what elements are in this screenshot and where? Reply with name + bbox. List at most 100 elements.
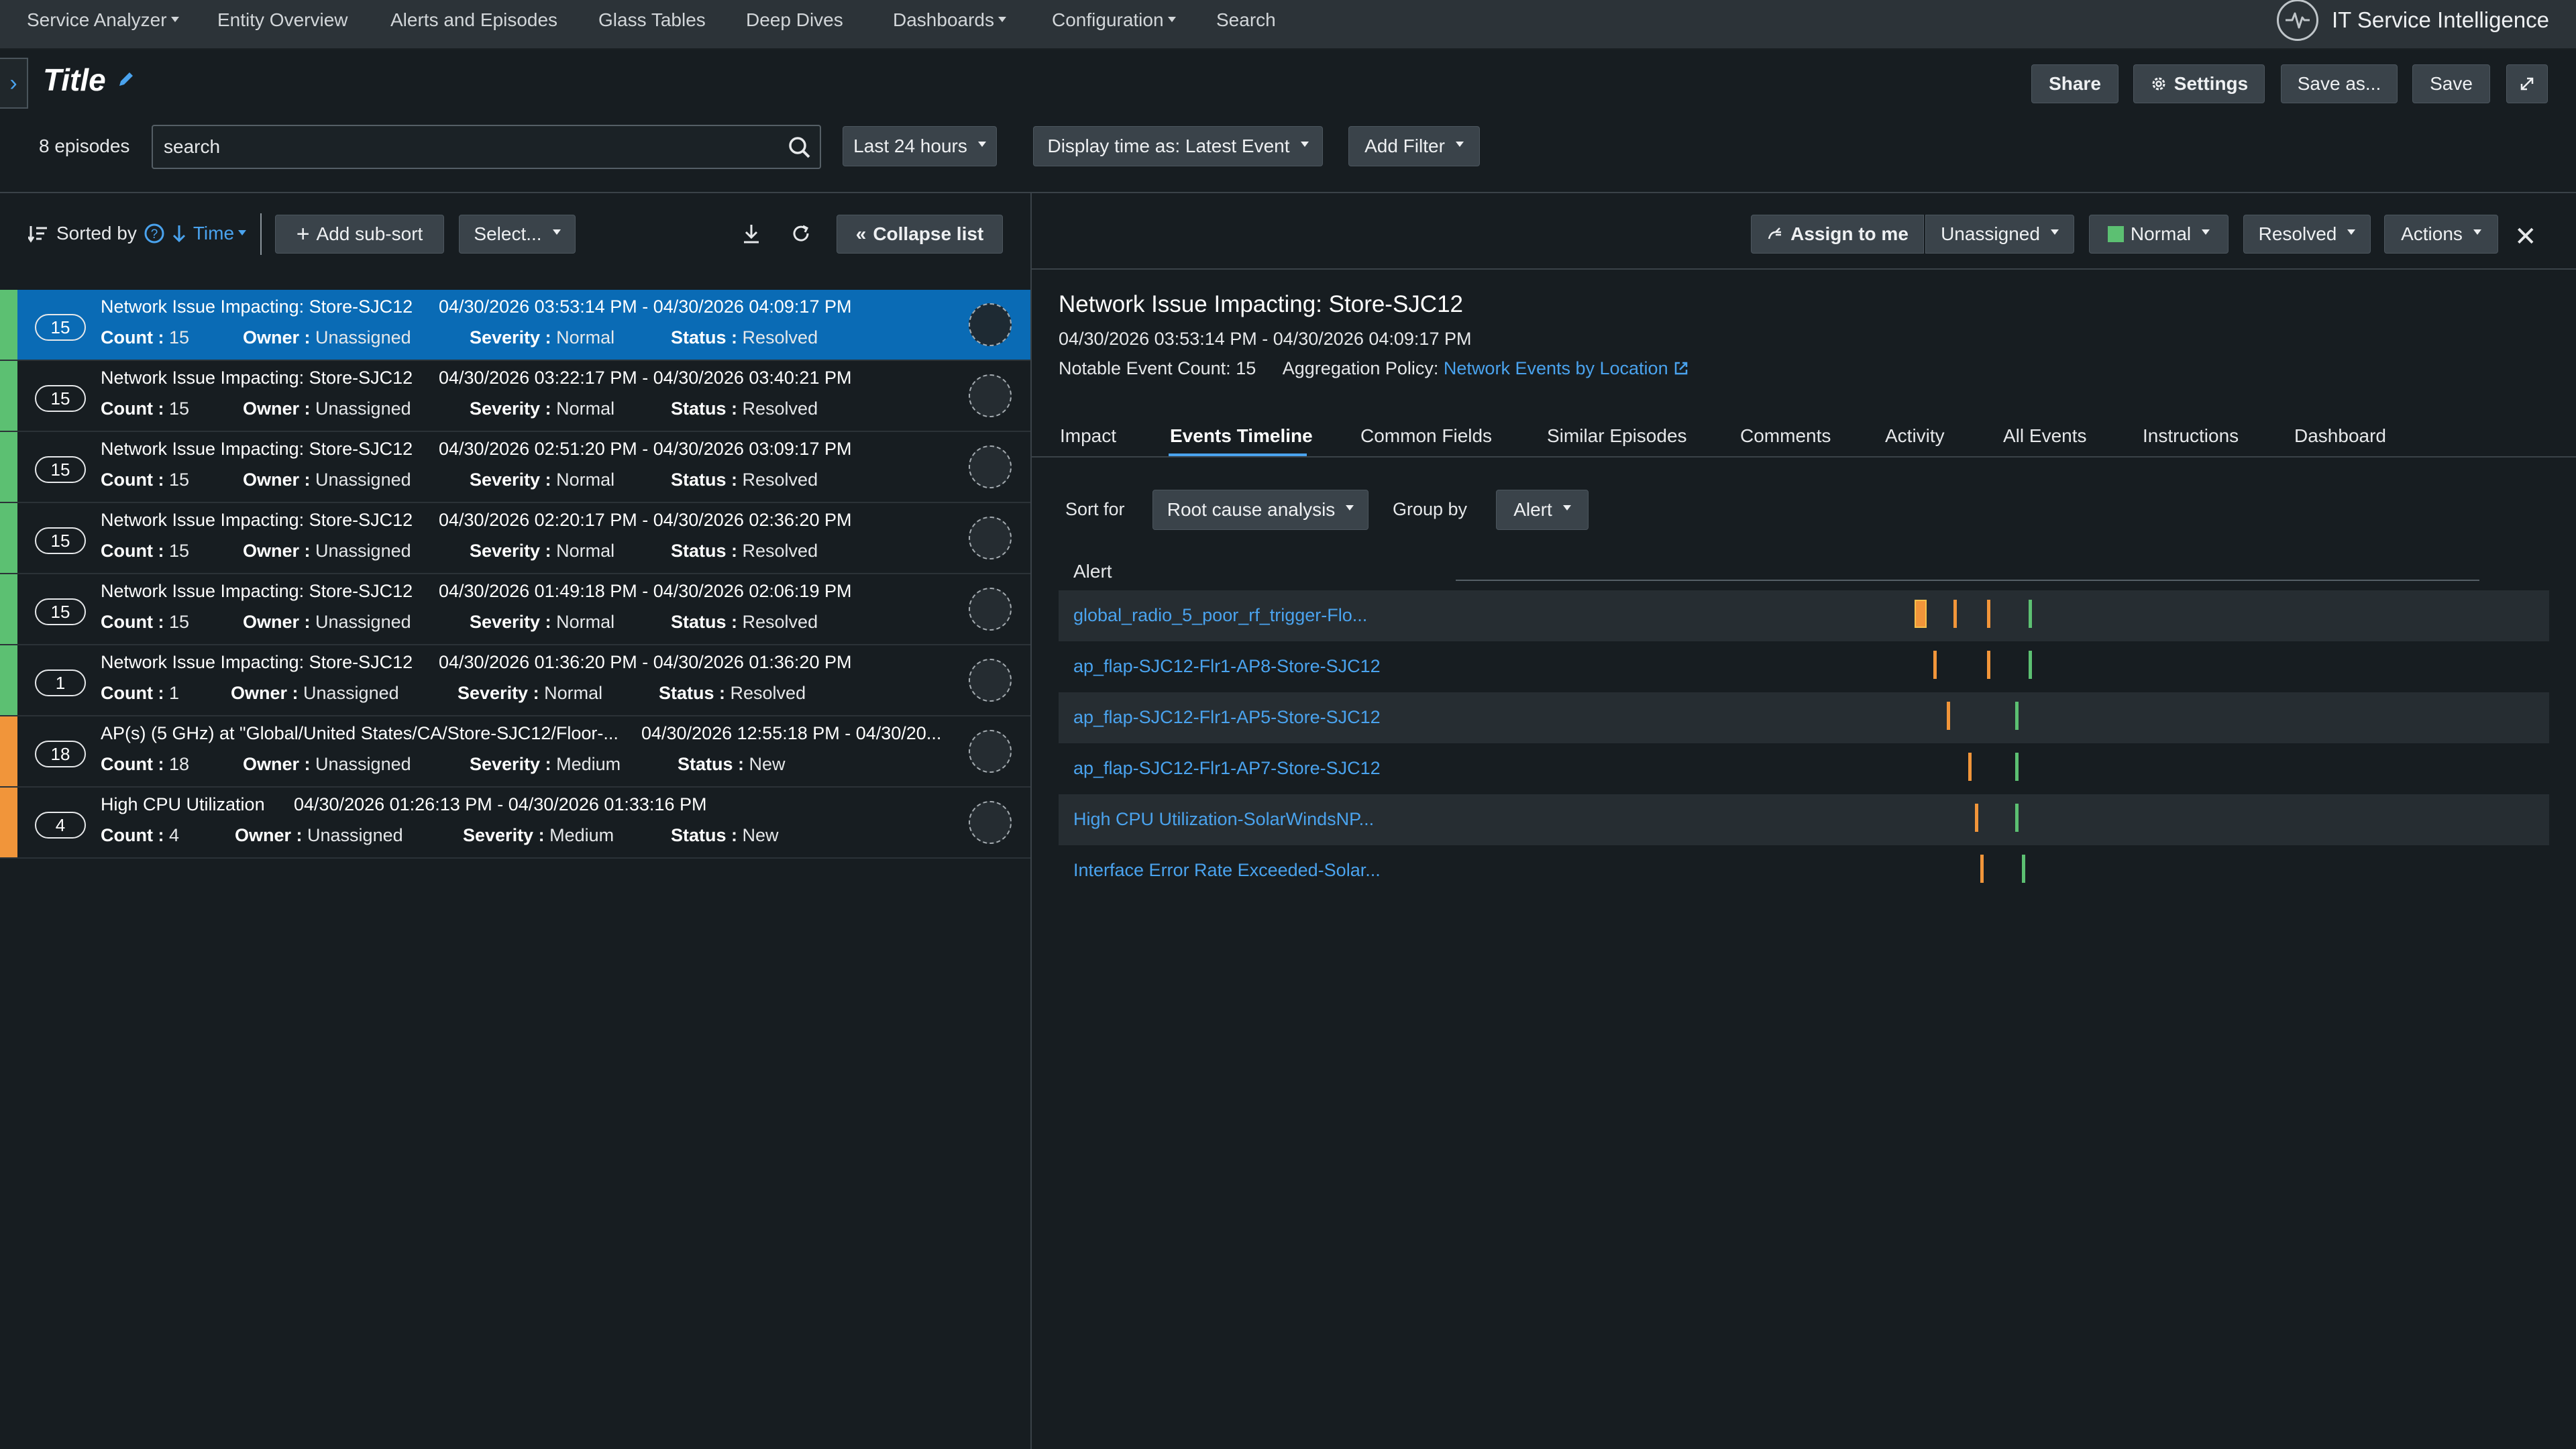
arrow-down-icon[interactable] xyxy=(172,223,186,244)
refresh-icon[interactable] xyxy=(788,220,814,247)
fullscreen-button[interactable] xyxy=(2506,64,2548,103)
pane-divider[interactable] xyxy=(1030,192,1032,1449)
episode-row[interactable]: 4 High CPU Utilization 04/30/2026 01:26:… xyxy=(0,788,1030,859)
close-icon[interactable]: ✕ xyxy=(2514,221,2537,252)
episode-owner: Owner : Unassigned xyxy=(235,825,403,845)
timeline-row: ap_flap-SJC12-Flr1-AP8-Store-SJC12 xyxy=(1059,641,2549,692)
tab-common-fields[interactable]: Common Fields xyxy=(1360,425,1492,447)
edit-pencil-icon[interactable] xyxy=(117,70,136,93)
episode-owner: Owner : Unassigned xyxy=(243,612,411,632)
nav-configuration[interactable]: Configuration xyxy=(1052,9,1176,31)
display-time-dropdown[interactable]: Display time as: Latest Event xyxy=(1033,126,1323,166)
severity-stripe xyxy=(0,361,17,431)
collapse-list-button[interactable]: «Collapse list xyxy=(837,215,1003,254)
event-marker[interactable] xyxy=(2029,600,2032,628)
severity-stripe xyxy=(0,432,17,502)
assign-to-me-button[interactable]: Assign to me xyxy=(1751,215,1924,254)
sort-field-dropdown[interactable]: Time xyxy=(193,223,247,244)
save-as-button[interactable]: Save as... xyxy=(2281,64,2398,103)
nav-deep-dives[interactable]: Deep Dives xyxy=(746,9,843,31)
nav-service-analyzer[interactable]: Service Analyzer xyxy=(27,9,179,31)
tab-impact[interactable]: Impact xyxy=(1060,425,1116,447)
chevron-right-icon: › xyxy=(9,70,17,96)
episode-row[interactable]: 15 Network Issue Impacting: Store-SJC12 … xyxy=(0,361,1030,432)
aggregation-policy-link[interactable]: Network Events by Location xyxy=(1444,358,1689,378)
episode-row[interactable]: 15 Network Issue Impacting: Store-SJC12 … xyxy=(0,503,1030,574)
severity-dropdown[interactable]: Normal xyxy=(2089,215,2229,254)
alert-link[interactable]: ap_flap-SJC12-Flr1-AP7-Store-SJC12 xyxy=(1073,758,1381,779)
episode-row[interactable]: 15 Network Issue Impacting: Store-SJC12 … xyxy=(0,290,1030,361)
nav-alerts-and-episodes[interactable]: Alerts and Episodes xyxy=(390,9,557,31)
settings-button[interactable]: Settings xyxy=(2133,64,2265,103)
episode-list: 15 Network Issue Impacting: Store-SJC12 … xyxy=(0,290,1030,859)
event-marker[interactable] xyxy=(1975,804,1978,832)
alert-link[interactable]: ap_flap-SJC12-Flr1-AP8-Store-SJC12 xyxy=(1073,656,1381,677)
actions-dropdown[interactable]: Actions xyxy=(2384,215,2498,254)
event-count-badge: 15 xyxy=(35,314,86,341)
event-marker[interactable] xyxy=(2015,702,2019,730)
event-count-badge: 15 xyxy=(35,456,86,483)
event-marker[interactable] xyxy=(1968,753,1972,781)
episode-time: 04/30/2026 02:51:20 PM - 04/30/2026 03:0… xyxy=(439,439,852,459)
nav-glass-tables[interactable]: Glass Tables xyxy=(598,9,706,31)
episode-time: 04/30/2026 01:36:20 PM - 04/30/2026 01:3… xyxy=(439,652,852,672)
tab-all-events[interactable]: All Events xyxy=(2003,425,2087,447)
tab-similar-episodes[interactable]: Similar Episodes xyxy=(1547,425,1687,447)
nav-search[interactable]: Search xyxy=(1216,9,1276,31)
search-icon[interactable] xyxy=(786,134,813,161)
help-icon[interactable]: ? xyxy=(144,223,165,244)
plus-icon: + xyxy=(296,221,310,247)
tab-activity[interactable]: Activity xyxy=(1885,425,1945,447)
avatar xyxy=(969,517,1012,559)
nav-dashboards[interactable]: Dashboards xyxy=(893,9,1006,31)
event-marker[interactable] xyxy=(1987,651,1990,679)
event-marker[interactable] xyxy=(1947,702,1950,730)
tab-instructions[interactable]: Instructions xyxy=(2143,425,2239,447)
owner-dropdown[interactable]: Unassigned xyxy=(1925,215,2074,254)
tab-dashboard[interactable]: Dashboard xyxy=(2294,425,2386,447)
tab-comments[interactable]: Comments xyxy=(1740,425,1831,447)
event-count-badge: 4 xyxy=(35,812,86,839)
search-input[interactable] xyxy=(164,126,767,168)
episode-row[interactable]: 1 Network Issue Impacting: Store-SJC12 0… xyxy=(0,645,1030,716)
add-filter-button[interactable]: Add Filter xyxy=(1348,126,1480,166)
event-marker[interactable] xyxy=(1953,600,1957,628)
event-marker[interactable] xyxy=(1987,600,1990,628)
save-button[interactable]: Save xyxy=(2412,64,2490,103)
event-marker[interactable] xyxy=(2029,651,2032,679)
nav-entity-overview[interactable]: Entity Overview xyxy=(217,9,348,31)
chevron-down-icon xyxy=(1562,505,1571,511)
episode-row[interactable]: 15 Network Issue Impacting: Store-SJC12 … xyxy=(0,574,1030,645)
event-marker[interactable] xyxy=(2015,753,2019,781)
select-dropdown[interactable]: Select... xyxy=(459,215,576,254)
episode-owner: Owner : Unassigned xyxy=(243,754,411,774)
event-marker-group[interactable] xyxy=(1915,600,1927,628)
alert-link[interactable]: High CPU Utilization-SolarWindsNP... xyxy=(1073,809,1374,830)
add-sub-sort-button[interactable]: + Add sub-sort xyxy=(275,215,444,254)
status-dropdown[interactable]: Resolved xyxy=(2243,215,2371,254)
sidebar-toggle[interactable]: › xyxy=(0,58,28,109)
tab-events-timeline[interactable]: Events Timeline xyxy=(1170,425,1313,447)
group-by-dropdown[interactable]: Alert xyxy=(1496,490,1589,530)
share-button[interactable]: Share xyxy=(2031,64,2118,103)
event-marker[interactable] xyxy=(1933,651,1937,679)
episode-row[interactable]: 15 Network Issue Impacting: Store-SJC12 … xyxy=(0,432,1030,503)
chevron-down-icon xyxy=(2347,229,2356,235)
episode-status: Status : Resolved xyxy=(671,541,818,561)
event-marker[interactable] xyxy=(2015,804,2019,832)
section-divider xyxy=(0,192,2576,193)
download-icon[interactable] xyxy=(738,220,765,247)
alert-link[interactable]: ap_flap-SJC12-Flr1-AP5-Store-SJC12 xyxy=(1073,707,1381,728)
episode-row[interactable]: 18 AP(s) (5 GHz) at "Global/United State… xyxy=(0,716,1030,788)
alert-link[interactable]: Interface Error Rate Exceeded-Solar... xyxy=(1073,860,1381,881)
sort-for-dropdown[interactable]: Root cause analysis xyxy=(1152,490,1368,530)
event-marker[interactable] xyxy=(2022,855,2025,883)
alert-link[interactable]: global_radio_5_poor_rf_trigger-Flo... xyxy=(1073,605,1367,626)
timeline-row: Interface Error Rate Exceeded-Solar... xyxy=(1059,845,2549,896)
severity-stripe xyxy=(0,574,17,644)
chevron-down-icon xyxy=(977,142,986,147)
event-marker[interactable] xyxy=(1980,855,1984,883)
svg-text:?: ? xyxy=(151,227,158,241)
episode-severity: Severity : Normal xyxy=(470,612,615,632)
time-range-picker[interactable]: Last 24 hours xyxy=(843,126,997,166)
